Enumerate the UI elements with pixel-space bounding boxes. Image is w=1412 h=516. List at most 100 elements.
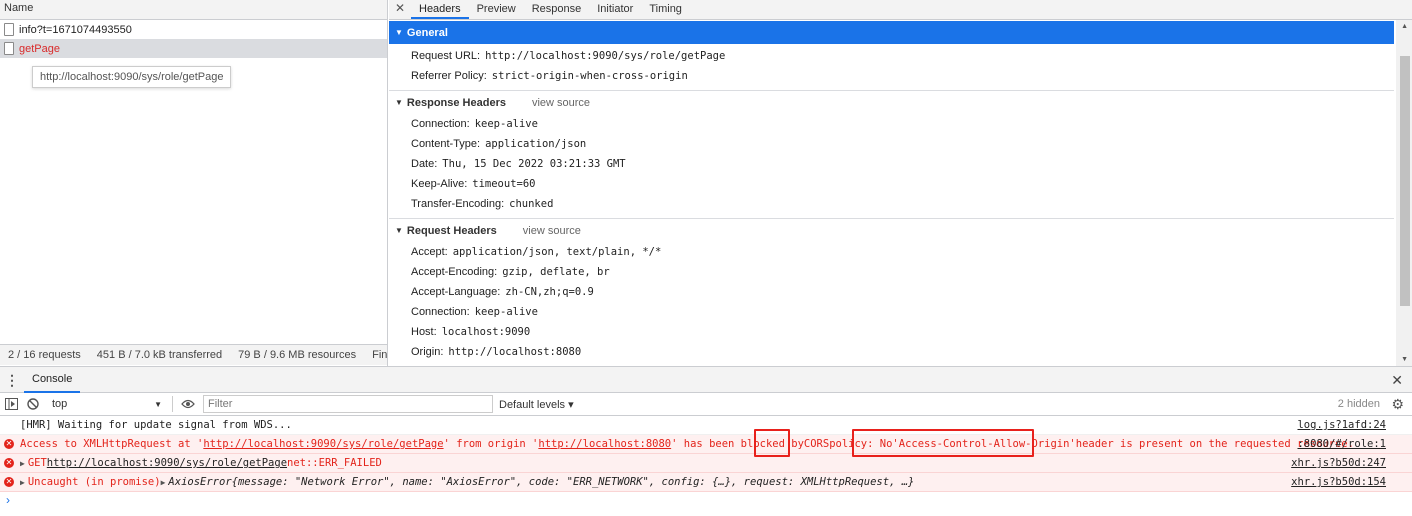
tab-console[interactable]: Console	[24, 367, 81, 393]
header-key: Connection:	[411, 118, 470, 130]
header-value: keep-alive	[474, 306, 538, 318]
expand-triangle-icon[interactable]: ▶	[20, 478, 25, 487]
general-section-header[interactable]: ▼ General	[389, 21, 1394, 44]
console-message: [HMR] Waiting for update signal from WDS…	[0, 416, 1412, 435]
header-row: Request URL: http://localhost:9090/sys/ro…	[389, 46, 1412, 66]
more-tools-icon[interactable]: ⋮	[0, 373, 24, 387]
header-row: Keep-Alive: timeout=60	[389, 174, 1412, 194]
resources-size: 79 B / 9.6 MB resources	[238, 349, 357, 361]
url-link[interactable]: http://localhost:8080	[538, 438, 671, 450]
triangle-down-icon: ▼	[154, 399, 162, 409]
request-row-info[interactable]: info?t=1671074493550	[0, 20, 387, 39]
console-error-get: ✕ ▶ GET http://localhost:9090/sys/role/ge…	[0, 454, 1412, 473]
header-key: Request URL:	[411, 50, 481, 62]
header-row: Referrer Policy: strict-origin-when-cross…	[389, 66, 1412, 86]
message-text: ' from origin '	[443, 438, 539, 450]
console-error-uncaught: ✕ ▶ Uncaught (in promise) ▶ AxiosError {me…	[0, 473, 1412, 492]
log-levels-dropdown[interactable]: Default levels ▾	[499, 398, 574, 411]
header-row: Connection: keep-alive	[389, 302, 1412, 322]
error-object[interactable]: {message: "Network Error", name: "AxiosE…	[232, 476, 915, 488]
console-error-cors: ✕ Access to XMLHttpRequest at ' http://lo…	[0, 435, 1412, 454]
annotation-box-acao	[852, 429, 1034, 457]
header-value: application/json	[485, 138, 587, 150]
expand-triangle-icon[interactable]: ▶	[161, 478, 166, 487]
clear-console-icon[interactable]	[22, 398, 44, 410]
tab-preview[interactable]: Preview	[469, 3, 524, 19]
header-value: http://localhost:9090/sys/role/getPage	[485, 50, 726, 62]
header-key: Keep-Alive:	[411, 178, 468, 190]
tab-response[interactable]: Response	[524, 3, 590, 19]
console-prompt[interactable]: ›	[0, 492, 1412, 508]
name-column-header[interactable]: Name	[0, 0, 387, 20]
prompt-chevron-icon: ›	[6, 493, 10, 507]
header-value: keep-alive	[474, 118, 538, 130]
url-link[interactable]: http://localhost:9090/sys/role/getPage	[47, 457, 287, 469]
header-value: strict-origin-when-cross-origin	[491, 70, 688, 82]
header-value: Thu, 15 Dec 2022 03:21:33 GMT	[442, 158, 626, 170]
message-text: Access to XMLHttpRequest at '	[20, 438, 204, 450]
header-row: Origin: http://localhost:8080	[389, 342, 1412, 362]
source-link[interactable]: log.js?1afd:24	[1297, 419, 1386, 431]
hidden-count: 2 hidden	[1337, 398, 1380, 410]
source-link[interactable]: :8080/#/role:1	[1297, 438, 1386, 450]
request-row-getpage[interactable]: getPage	[0, 39, 387, 58]
header-value: zh-CN,zh;q=0.9	[505, 286, 594, 298]
details-scrollbar[interactable]: ▲ ▼	[1396, 20, 1412, 366]
header-key: Host:	[411, 326, 437, 338]
response-headers-section-header[interactable]: ▼ Response Headers view source	[389, 90, 1394, 114]
tab-headers[interactable]: Headers	[411, 3, 469, 19]
source-link[interactable]: xhr.js?b50d:247	[1291, 457, 1386, 469]
request-name: info?t=1671074493550	[19, 23, 132, 36]
context-selector[interactable]: top ▼	[46, 395, 168, 413]
triangle-down-icon: ▼	[395, 226, 403, 235]
header-row: Transfer-Encoding: chunked	[389, 194, 1412, 214]
request-headers-section-header[interactable]: ▼ Request Headers view source	[389, 218, 1394, 242]
header-value: timeout=60	[472, 178, 536, 190]
url-tooltip: http://localhost:9090/sys/role/getPage	[32, 66, 232, 88]
header-key: Accept-Encoding:	[411, 266, 498, 278]
close-icon[interactable]: ✕	[1391, 372, 1403, 389]
view-source-link[interactable]: view source	[532, 97, 590, 109]
close-icon[interactable]: ✕	[389, 1, 411, 19]
transferred-size: 451 B / 7.0 kB transferred	[96, 349, 223, 361]
header-value: application/json, text/plain, */*	[452, 246, 662, 258]
error-icon: ✕	[4, 439, 14, 449]
message-text: net::ERR_FAILED	[287, 457, 382, 469]
header-key: Referrer Policy:	[411, 70, 487, 82]
header-key: Origin:	[411, 346, 444, 358]
url-link[interactable]: http://localhost:9090/sys/role/getPage	[203, 438, 443, 450]
header-key: Accept-Language:	[411, 286, 501, 298]
tab-timing[interactable]: Timing	[641, 3, 690, 19]
section-title: General	[406, 26, 448, 39]
source-link[interactable]: xhr.js?b50d:154	[1291, 476, 1386, 488]
header-key: Content-Type:	[411, 138, 481, 150]
eye-icon[interactable]	[177, 399, 199, 409]
drawer-tabbar: ⋮ Console ✕	[0, 367, 1412, 393]
message-text: Uncaught (in promise)	[27, 476, 161, 488]
header-row: Host: localhost:9090	[389, 322, 1412, 342]
tab-initiator[interactable]: Initiator	[589, 3, 641, 19]
request-details-panel: ✕ Headers Preview Response Initiator Tim…	[389, 0, 1412, 366]
scrollbar-thumb[interactable]	[1400, 56, 1410, 306]
gear-icon[interactable]: ⚙	[1391, 396, 1404, 413]
error-type: AxiosError	[168, 476, 232, 488]
section-title: Request Headers	[406, 224, 497, 237]
sidebar-toggle-icon[interactable]	[0, 398, 22, 410]
message-text: [HMR] Waiting for update signal from WDS…	[20, 419, 292, 431]
scroll-up-icon[interactable]: ▲	[1401, 23, 1408, 30]
header-value: gzip, deflate, br	[502, 266, 610, 278]
header-key: Accept:	[411, 246, 448, 258]
expand-triangle-icon[interactable]: ▶	[20, 459, 25, 468]
scroll-down-icon[interactable]: ▼	[1401, 356, 1408, 363]
section-title: Response Headers	[406, 96, 506, 109]
finish-time: Finis	[372, 349, 387, 361]
cors-keyword: CORS	[803, 438, 830, 450]
file-icon	[4, 23, 14, 36]
header-row: Accept-Language: zh-CN,zh;q=0.9	[389, 282, 1412, 302]
console-drawer: ⋮ Console ✕ top ▼ Default levels ▾ 2 hid…	[0, 366, 1412, 516]
view-source-link[interactable]: view source	[523, 225, 581, 237]
message-text: GET	[27, 457, 47, 469]
console-toolbar: top ▼ Default levels ▾ 2 hidden ⚙	[0, 393, 1412, 416]
filter-input[interactable]	[203, 395, 493, 413]
header-row: Accept-Encoding: gzip, deflate, br	[389, 262, 1412, 282]
